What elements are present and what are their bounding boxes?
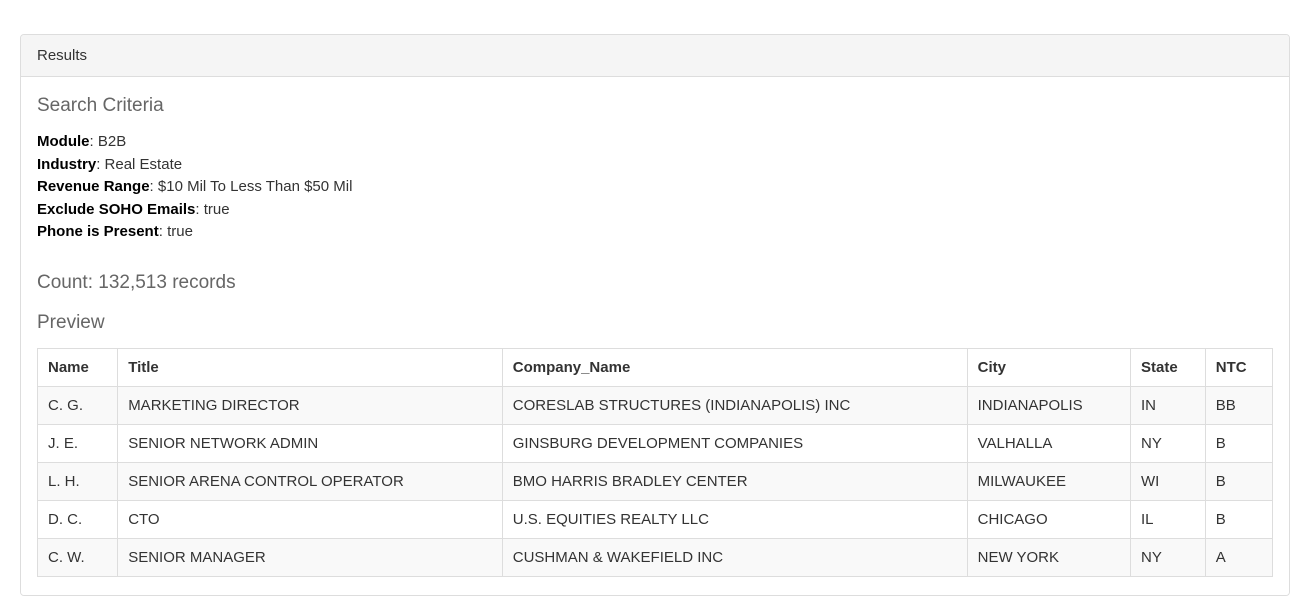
- cell-state: IN: [1131, 386, 1206, 424]
- cell-name: L. H.: [38, 462, 118, 500]
- cell-company: GINSBURG DEVELOPMENT COMPANIES: [502, 424, 967, 462]
- cell-city: MILWAUKEE: [967, 462, 1130, 500]
- cell-state: NY: [1131, 424, 1206, 462]
- count-heading: Count: 132,513 records: [37, 272, 1273, 294]
- col-name: Name: [38, 348, 118, 386]
- cell-state: NY: [1131, 538, 1206, 576]
- criteria-label: Module: [37, 133, 90, 150]
- cell-ntc: A: [1205, 538, 1272, 576]
- cell-state: WI: [1131, 462, 1206, 500]
- cell-city: INDIANAPOLIS: [967, 386, 1130, 424]
- cell-ntc: B: [1205, 424, 1272, 462]
- cell-city: VALHALLA: [967, 424, 1130, 462]
- criteria-row: Industry: Real Estate: [37, 154, 1273, 177]
- cell-name: D. C.: [38, 500, 118, 538]
- search-criteria-list: Module: B2B Industry: Real Estate Revenu…: [37, 131, 1273, 244]
- results-panel: Results Search Criteria Module: B2B Indu…: [20, 34, 1290, 596]
- cell-company: CUSHMAN & WAKEFIELD INC: [502, 538, 967, 576]
- search-criteria-heading: Search Criteria: [37, 95, 1273, 117]
- criteria-label: Exclude SOHO Emails: [37, 201, 195, 218]
- col-city: City: [967, 348, 1130, 386]
- criteria-row: Module: B2B: [37, 131, 1273, 154]
- panel-header: Results: [21, 35, 1289, 77]
- cell-ntc: B: [1205, 462, 1272, 500]
- col-state: State: [1131, 348, 1206, 386]
- col-ntc: NTC: [1205, 348, 1272, 386]
- criteria-value: : B2B: [90, 133, 127, 150]
- cell-company: CORESLAB STRUCTURES (INDIANAPOLIS) INC: [502, 386, 967, 424]
- panel-title: Results: [37, 47, 87, 64]
- table-row: D. C. CTO U.S. EQUITIES REALTY LLC CHICA…: [38, 500, 1273, 538]
- cell-ntc: BB: [1205, 386, 1272, 424]
- preview-heading: Preview: [37, 312, 1273, 334]
- cell-city: CHICAGO: [967, 500, 1130, 538]
- cell-title: MARKETING DIRECTOR: [118, 386, 503, 424]
- cell-city: NEW YORK: [967, 538, 1130, 576]
- criteria-value: : true: [195, 201, 229, 218]
- cell-name: J. E.: [38, 424, 118, 462]
- table-row: C. W. SENIOR MANAGER CUSHMAN & WAKEFIELD…: [38, 538, 1273, 576]
- col-title: Title: [118, 348, 503, 386]
- criteria-row: Exclude SOHO Emails: true: [37, 199, 1273, 222]
- criteria-label: Phone is Present: [37, 223, 159, 240]
- cell-ntc: B: [1205, 500, 1272, 538]
- cell-title: SENIOR NETWORK ADMIN: [118, 424, 503, 462]
- criteria-row: Phone is Present: true: [37, 221, 1273, 244]
- cell-company: U.S. EQUITIES REALTY LLC: [502, 500, 967, 538]
- preview-table: Name Title Company_Name City State NTC C…: [37, 348, 1273, 577]
- panel-body: Search Criteria Module: B2B Industry: Re…: [21, 77, 1289, 595]
- table-row: L. H. SENIOR ARENA CONTROL OPERATOR BMO …: [38, 462, 1273, 500]
- cell-title: SENIOR MANAGER: [118, 538, 503, 576]
- cell-name: C. W.: [38, 538, 118, 576]
- cell-state: IL: [1131, 500, 1206, 538]
- cell-company: BMO HARRIS BRADLEY CENTER: [502, 462, 967, 500]
- cell-title: SENIOR ARENA CONTROL OPERATOR: [118, 462, 503, 500]
- criteria-value: : Real Estate: [96, 156, 182, 173]
- table-row: C. G. MARKETING DIRECTOR CORESLAB STRUCT…: [38, 386, 1273, 424]
- criteria-value: : true: [159, 223, 193, 240]
- criteria-label: Revenue Range: [37, 178, 150, 195]
- criteria-label: Industry: [37, 156, 96, 173]
- table-row: J. E. SENIOR NETWORK ADMIN GINSBURG DEVE…: [38, 424, 1273, 462]
- cell-title: CTO: [118, 500, 503, 538]
- cell-name: C. G.: [38, 386, 118, 424]
- table-header-row: Name Title Company_Name City State NTC: [38, 348, 1273, 386]
- col-company: Company_Name: [502, 348, 967, 386]
- criteria-row: Revenue Range: $10 Mil To Less Than $50 …: [37, 176, 1273, 199]
- criteria-value: : $10 Mil To Less Than $50 Mil: [150, 178, 353, 195]
